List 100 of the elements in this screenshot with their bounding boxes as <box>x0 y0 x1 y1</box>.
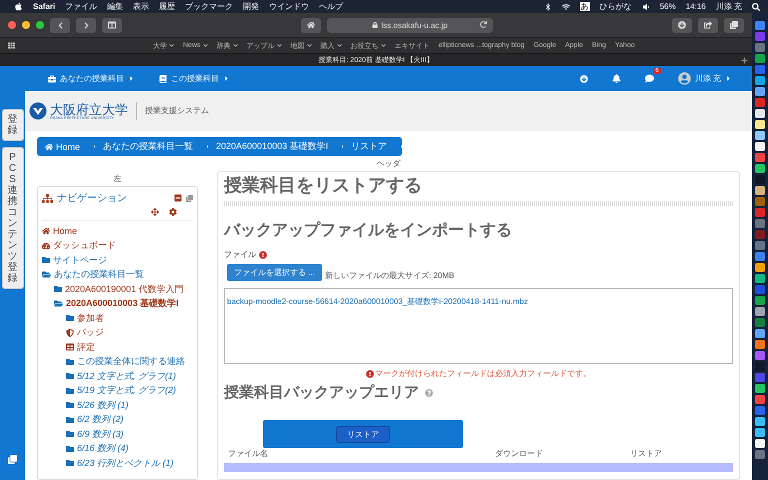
book-icon <box>159 74 167 82</box>
user-menu[interactable]: 川添 充 <box>678 72 732 85</box>
side-tab[interactable]: PCS連携コンテンツ登録 <box>2 147 24 289</box>
navigation-item[interactable]: 5/26 数列 (1) <box>66 398 193 412</box>
move-icon[interactable] <box>151 208 159 216</box>
system-name: 授業支援システム <box>136 102 209 120</box>
menu-item[interactable]: ウインドウ <box>269 1 310 12</box>
new-tab-icon[interactable] <box>741 57 748 64</box>
folder-icon <box>42 256 50 264</box>
navigation-item[interactable]: 2020A600190001 代数学入門 <box>54 282 193 296</box>
apple-icon[interactable] <box>14 2 23 11</box>
folder-icon <box>66 430 74 438</box>
sidebar-icon <box>108 21 116 29</box>
navigation-item[interactable]: 6/2 数列 (2) <box>66 412 193 427</box>
column-header: ファイル名 <box>228 448 269 459</box>
share-button[interactable] <box>698 18 718 32</box>
home-button[interactable] <box>300 18 321 32</box>
battery-percentage[interactable]: 56% <box>660 2 676 11</box>
section-heading: バックアップファイルをインポートする <box>224 220 513 241</box>
bell-icon[interactable] <box>612 74 621 83</box>
caret-icon <box>128 75 135 82</box>
file-drop-area[interactable]: backup-moodle2-course-56614-2020a600010003_基礎数学i-20200418-1411-nu.mbz <box>224 288 733 364</box>
menu-item[interactable]: ヘルプ <box>319 1 344 12</box>
menu-item[interactable]: 開発 <box>243 1 260 12</box>
chevron-down-icon <box>202 43 208 48</box>
caret-icon <box>223 75 230 82</box>
bluetooth-icon[interactable] <box>544 2 552 10</box>
volume-icon[interactable] <box>642 2 650 10</box>
navigation-item[interactable]: バッジ <box>66 326 193 340</box>
folder-icon <box>66 372 74 380</box>
panel-icon[interactable] <box>8 455 17 464</box>
folder-icon <box>66 401 74 410</box>
folder-icon <box>66 459 74 468</box>
home-icon <box>42 227 50 236</box>
input-method-icon[interactable]: あ <box>580 2 590 11</box>
close-button[interactable] <box>8 21 16 29</box>
folder-icon <box>66 314 74 322</box>
forward-button[interactable] <box>76 18 96 32</box>
tabs-button[interactable] <box>724 18 744 32</box>
menu-item[interactable]: ファイル <box>65 1 98 12</box>
menu-item[interactable]: 表示 <box>133 1 150 12</box>
navigation-item[interactable]: 2020A600010003 基礎数学I <box>54 296 193 311</box>
navigation-item[interactable]: 6/16 数列 (4) <box>66 442 193 456</box>
home-icon <box>306 21 315 29</box>
reload-icon[interactable] <box>480 20 488 28</box>
chevron-right-icon <box>82 22 90 28</box>
back-button[interactable] <box>50 18 70 32</box>
navigation-item[interactable]: 6/23 行列とベクトル (1) <box>66 456 193 470</box>
nav-menu[interactable]: この授業科目 <box>159 73 230 84</box>
required-icon <box>366 370 374 378</box>
navigation-item[interactable]: Home <box>42 224 193 238</box>
dock-drawing[interactable] <box>752 13 768 480</box>
navigation-item[interactable]: 参加者 <box>66 311 193 326</box>
navigation-item[interactable]: 5/19 文字と式, グラフ(2) <box>66 384 193 398</box>
required-note: マークが付けられたフィールドは必須入力フィールドです。 <box>375 368 591 379</box>
chat-icon[interactable] <box>644 74 654 83</box>
folder-icon <box>66 416 74 424</box>
menu-item[interactable]: Safari <box>33 2 56 11</box>
navigation-item[interactable]: ダッシュボード <box>42 238 193 253</box>
navigation-item[interactable]: あなたの授業科目一覧 <box>42 268 193 282</box>
field-label: ファイル <box>224 249 256 260</box>
required-icon <box>259 250 267 258</box>
region-label: ヘッダ <box>376 158 402 169</box>
folder-icon <box>66 358 74 366</box>
lock-icon <box>372 22 378 28</box>
navigation-item[interactable]: 5/12 文字と式, グラフ(1) <box>66 369 193 384</box>
side-tab[interactable]: 登録 <box>2 109 24 141</box>
chevron-down-icon <box>336 43 342 48</box>
nav-menu[interactable]: あなたの授業科目 <box>48 73 135 84</box>
user-name[interactable]: 川添 充 <box>716 1 742 12</box>
navigation-item[interactable]: 評定 <box>66 340 193 354</box>
folder-icon <box>66 386 74 395</box>
choose-file-button[interactable]: ファイルを選択する ... <box>227 264 322 281</box>
clock[interactable]: 14:16 <box>686 2 706 11</box>
dock-icon[interactable] <box>186 194 193 202</box>
settings-icon[interactable] <box>169 208 177 216</box>
shield-icon <box>66 328 74 337</box>
input-mode-label[interactable]: ひらがな <box>600 1 632 12</box>
restore-button[interactable]: リストア <box>336 426 390 442</box>
minimize-button[interactable] <box>22 21 30 29</box>
search-icon[interactable] <box>752 2 760 10</box>
share-icon <box>704 21 712 29</box>
menu-item[interactable]: 編集 <box>107 1 124 12</box>
grid-icon[interactable] <box>8 42 15 49</box>
menu-item[interactable]: 履歴 <box>159 1 176 12</box>
collapse-icon[interactable] <box>174 194 182 202</box>
download-button[interactable] <box>672 18 692 32</box>
home-icon <box>45 142 53 150</box>
wifi-icon[interactable] <box>562 2 570 10</box>
navigation-item[interactable]: この授業全体に関する連絡 <box>66 354 193 369</box>
navigation-item[interactable]: 6/9 数列 (3) <box>66 427 193 442</box>
tabs-icon <box>730 21 738 29</box>
navigation-item[interactable]: サイトページ <box>42 253 193 268</box>
zoom-button[interactable] <box>36 21 44 29</box>
sidebar-button[interactable] <box>102 18 122 32</box>
file-link[interactable]: backup-moodle2-course-56614-2020a600010003_基礎数学i-20200418-1411-nu.mbz <box>227 297 528 306</box>
address-bar[interactable]: lss.osakafu-u.ac.jp <box>326 18 494 32</box>
chevron-down-icon <box>276 43 282 48</box>
menu-item[interactable]: ブックマーク <box>185 1 234 12</box>
section-heading: 授業科目バックアップエリア <box>224 383 419 402</box>
